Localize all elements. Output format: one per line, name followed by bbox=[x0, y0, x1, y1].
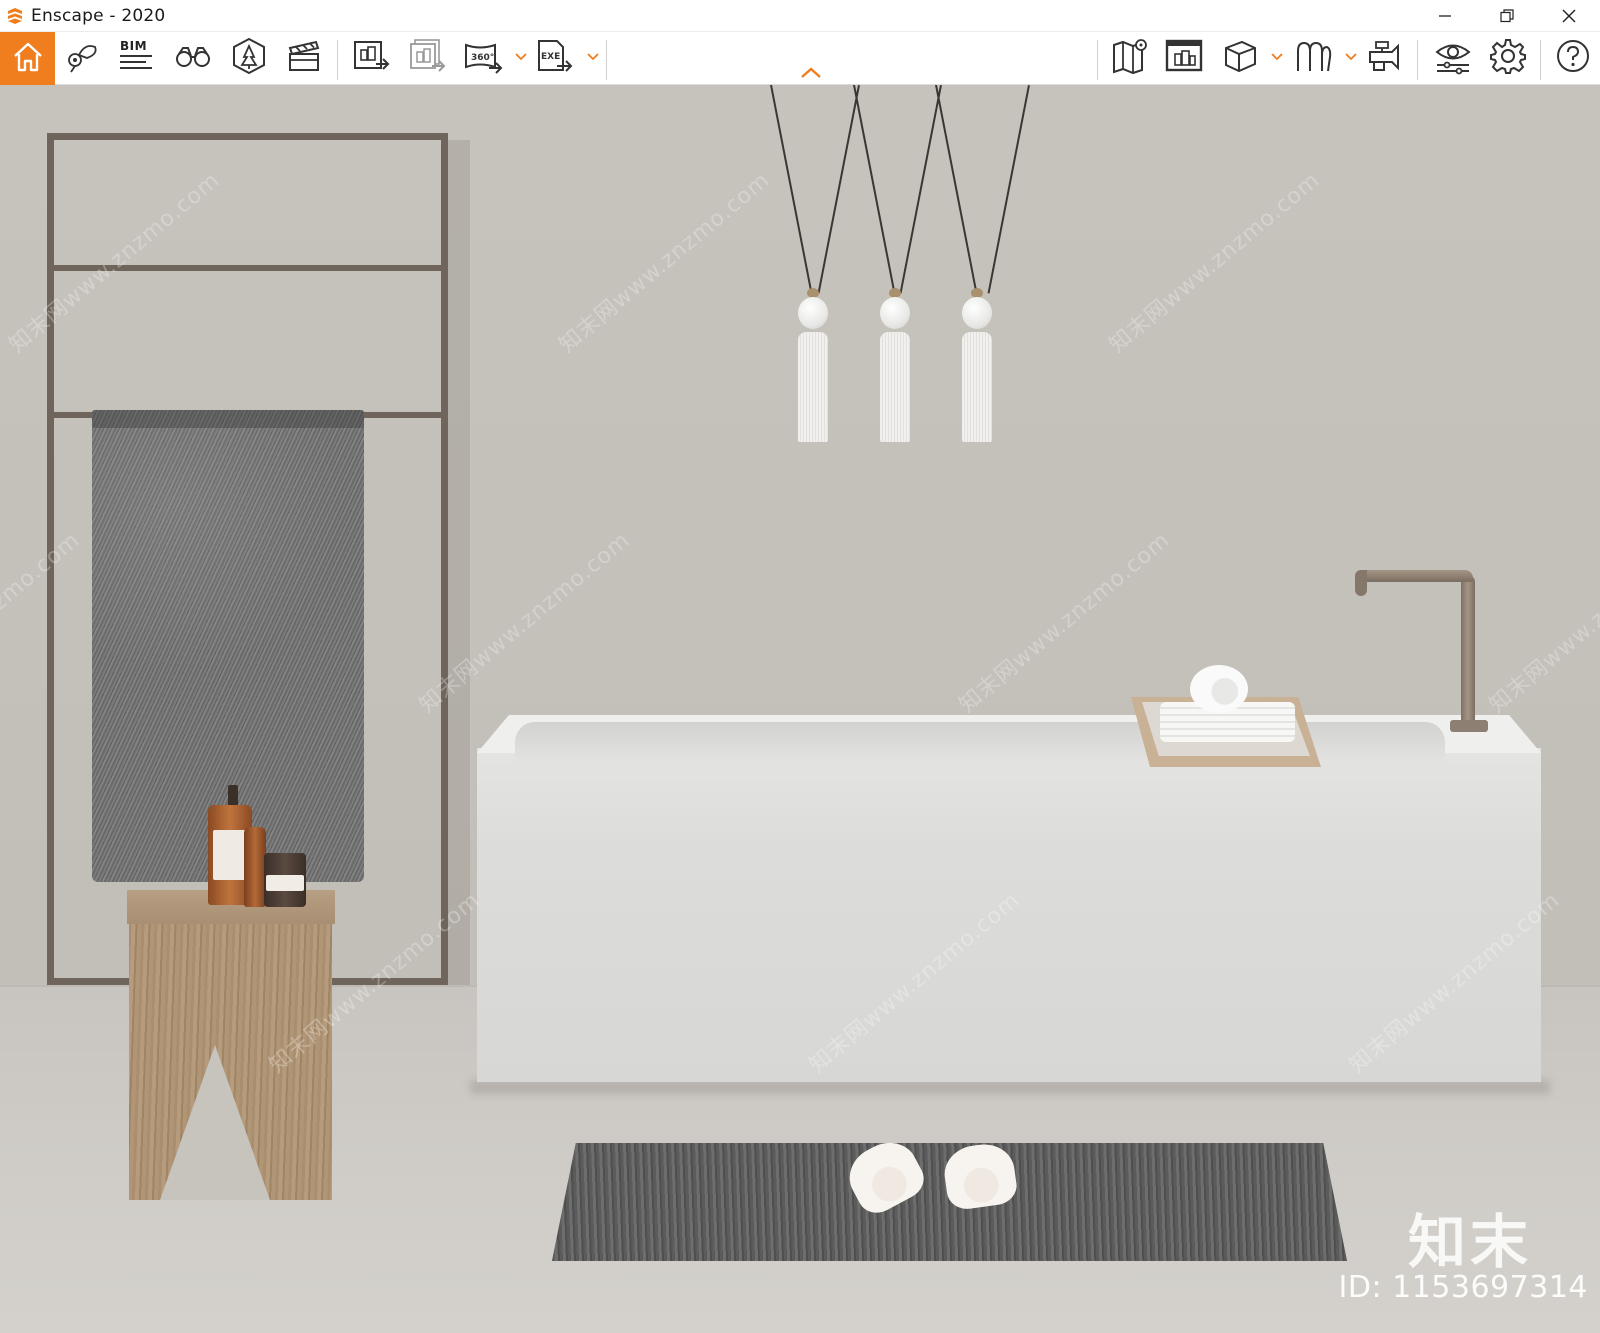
export-exe-button[interactable]: EXE bbox=[531, 35, 577, 81]
video-editor-icon bbox=[286, 38, 322, 78]
web-standalone-icon bbox=[1165, 38, 1203, 78]
feedback-icon bbox=[1366, 38, 1404, 78]
section-box-icon bbox=[1222, 38, 1258, 78]
toolbar-separator bbox=[1540, 40, 1541, 80]
section-box-button[interactable] bbox=[1217, 35, 1263, 81]
minimize-button[interactable] bbox=[1414, 0, 1476, 31]
bim-label: BIM bbox=[120, 39, 148, 53]
section-box-dropdown-chevron-icon[interactable] bbox=[1270, 50, 1284, 64]
watermark: 知末网www.znzmo.com bbox=[1104, 167, 1325, 359]
pendant-ball bbox=[880, 297, 910, 329]
svg-text:360°: 360° bbox=[471, 53, 494, 63]
pendant-cord bbox=[935, 85, 977, 294]
views-button[interactable] bbox=[60, 35, 106, 81]
faucet-base bbox=[1450, 720, 1488, 732]
toolbar-separator bbox=[1417, 40, 1418, 80]
views-icon bbox=[65, 38, 101, 78]
batch-render-button[interactable] bbox=[404, 35, 450, 81]
pendant-tassel bbox=[798, 332, 828, 442]
ladder-top-bar bbox=[47, 133, 448, 140]
bottle-label bbox=[213, 830, 247, 880]
vr-headset-icon bbox=[1294, 37, 1332, 79]
watermark: 知末网www.znzmo.com bbox=[1484, 527, 1600, 719]
panorama-dropdown-chevron-icon[interactable] bbox=[514, 50, 528, 64]
home-icon bbox=[11, 40, 45, 78]
image-id-label: ID: 1153697314 bbox=[1338, 1270, 1588, 1305]
watermark: 知末网www.znzmo.com bbox=[4, 167, 225, 359]
binoculars-icon bbox=[174, 38, 212, 78]
pendant-tassel bbox=[962, 332, 992, 442]
small-bottle bbox=[244, 827, 266, 907]
watermark: 知末网www.znzmo.com bbox=[954, 527, 1175, 719]
help-icon bbox=[1555, 38, 1591, 78]
visual-settings-button[interactable] bbox=[1430, 35, 1476, 81]
pendant-cord bbox=[987, 85, 1030, 294]
asset-library-icon bbox=[230, 37, 268, 79]
visual-settings-icon bbox=[1434, 37, 1472, 79]
pendant-cord bbox=[899, 85, 942, 294]
vr-headset-button[interactable] bbox=[1290, 35, 1336, 81]
towel-fold bbox=[92, 410, 364, 428]
export-exe-icon: EXE bbox=[535, 38, 573, 78]
close-button[interactable] bbox=[1538, 0, 1600, 31]
restore-button[interactable] bbox=[1476, 0, 1538, 31]
brand-watermark: 知末 bbox=[1407, 1208, 1532, 1276]
pendant-cord bbox=[817, 85, 860, 294]
render-image-icon bbox=[352, 38, 390, 78]
toolbar-separator bbox=[606, 40, 607, 80]
web-standalone-button[interactable] bbox=[1161, 35, 1207, 81]
faucet-stem bbox=[1461, 575, 1475, 725]
panorama-360-button[interactable]: 360° bbox=[460, 35, 506, 81]
watermark: 知末网www.znzmo.com bbox=[0, 527, 85, 719]
svg-text:EXE: EXE bbox=[541, 52, 560, 62]
general-settings-button[interactable] bbox=[1485, 35, 1531, 81]
faucet-arm bbox=[1355, 570, 1473, 582]
render-image-button[interactable] bbox=[348, 35, 394, 81]
pendant-cord bbox=[770, 85, 812, 294]
batch-render-icon bbox=[408, 38, 446, 78]
render-viewport[interactable]: 知末网www.znzmo.com 知末网www.znzmo.com 知末网www… bbox=[0, 85, 1600, 1333]
enscape-logo-icon bbox=[5, 6, 25, 26]
faucet-spout bbox=[1355, 570, 1367, 596]
binoculars-button[interactable] bbox=[170, 35, 216, 81]
watermark: 知末网www.znzmo.com bbox=[554, 167, 775, 359]
ladder-right-rail bbox=[441, 133, 448, 983]
export-dropdown-chevron-icon[interactable] bbox=[586, 50, 600, 64]
collapse-toolbar-chevron-icon[interactable] bbox=[799, 67, 823, 83]
toolbar-separator bbox=[337, 40, 338, 80]
window-controls bbox=[1414, 0, 1600, 31]
title-bar: Enscape - 2020 bbox=[0, 0, 1600, 31]
help-button[interactable] bbox=[1550, 35, 1596, 81]
pendant-ball bbox=[962, 297, 992, 329]
enscape-toolbar: BIM 360° EXE bbox=[0, 31, 1600, 86]
ladder-shadow bbox=[448, 140, 470, 985]
panorama-360-icon: 360° bbox=[463, 38, 503, 78]
pendant-ball bbox=[798, 297, 828, 329]
home-button[interactable] bbox=[0, 32, 55, 86]
rolled-towel bbox=[1190, 665, 1248, 713]
toolbar-separator bbox=[1097, 40, 1098, 80]
feedback-button[interactable] bbox=[1362, 35, 1408, 81]
video-editor-button[interactable] bbox=[281, 35, 327, 81]
window-title: Enscape - 2020 bbox=[31, 5, 166, 26]
asset-library-button[interactable] bbox=[226, 35, 272, 81]
map-button[interactable] bbox=[1107, 35, 1153, 81]
map-icon bbox=[1111, 37, 1149, 79]
vr-dropdown-chevron-icon[interactable] bbox=[1344, 50, 1358, 64]
gear-icon bbox=[1489, 37, 1527, 79]
jar-label bbox=[266, 875, 304, 891]
pendant-cord bbox=[853, 85, 895, 294]
pendant-tassel bbox=[880, 332, 910, 442]
bathtub-shadow bbox=[470, 1080, 1550, 1094]
